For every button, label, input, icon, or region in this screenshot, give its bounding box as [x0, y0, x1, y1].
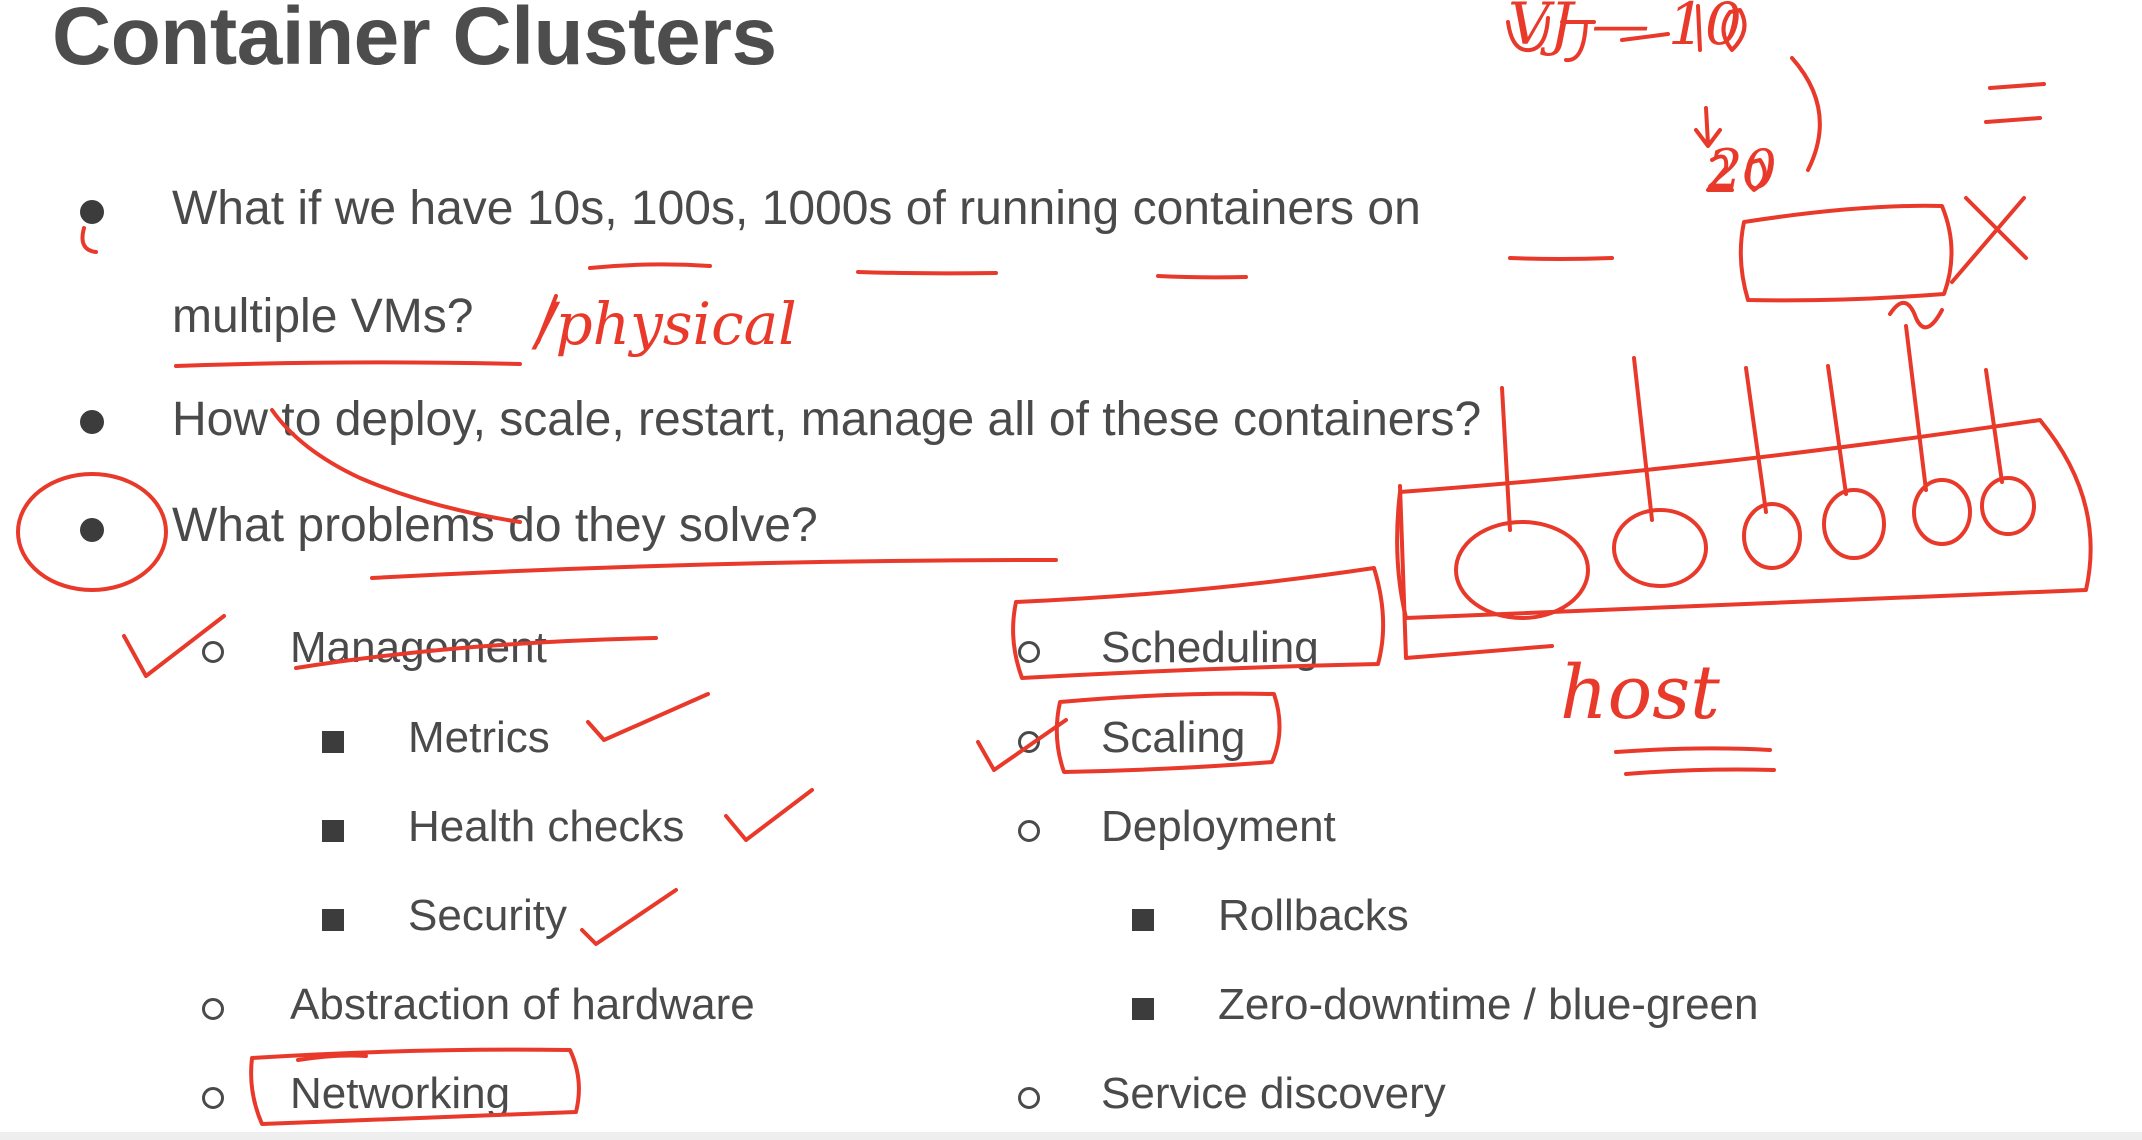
bullet-line-1-continued: multiple VMs? [172, 290, 474, 343]
square-bullet [1132, 998, 1154, 1020]
ink-underline-problems [370, 558, 1058, 580]
square-bullet [322, 731, 344, 753]
item-metrics: Metrics [408, 713, 550, 762]
ink-top-rect [1738, 203, 1954, 303]
item-management: Management [290, 623, 547, 672]
ink-host-underline [1614, 746, 1772, 754]
item-networking: Networking [290, 1069, 511, 1118]
item-zero-downtime: Zero-downtime / blue-green [1218, 980, 1759, 1029]
ink-container [1612, 508, 1708, 588]
ink-physical: /physical [536, 290, 797, 358]
ink-hook [80, 226, 98, 254]
circle-bullet [1018, 731, 1040, 753]
ink-check-security [580, 888, 678, 946]
bullet-line-2: How to deploy, scale, restart, manage al… [172, 393, 1482, 446]
slide-title: Container Clusters [52, 0, 777, 82]
ink-host-underline-2 [1624, 767, 1776, 776]
ink-line [1632, 356, 1654, 522]
circle-bullet [202, 1087, 224, 1109]
bullet-dot [80, 200, 104, 224]
item-service-discovery: Service discovery [1101, 1069, 1446, 1118]
circle-bullet [1018, 820, 1040, 842]
bottom-strip [0, 1132, 2142, 1140]
circle-bullet [1018, 1087, 1040, 1109]
ink-annotations [16, 4, 2093, 1126]
ink-top-note-2: 20 [1708, 138, 1777, 201]
ink-line [1500, 386, 1512, 532]
ink-container [1822, 488, 1886, 560]
ink-top-note-1: VJ — 10 [1508, 0, 1742, 58]
bullet-dot [80, 518, 104, 542]
bullet-line-1: What if we have 10s, 100s, 1000s of runn… [172, 182, 1421, 235]
ink-underline-10s [588, 262, 712, 270]
ink-note-equals [1984, 82, 2046, 124]
item-health-checks: Health checks [408, 802, 685, 851]
ink-container [1742, 502, 1802, 570]
square-bullet [322, 820, 344, 842]
ink-x-mark [1950, 196, 2028, 284]
item-security: Security [408, 891, 567, 940]
ink-host-inner [1398, 484, 1554, 660]
ink-line [1744, 366, 1768, 514]
ink-container [1980, 476, 2036, 536]
ink-host-box [1395, 418, 2093, 620]
ink-squiggle [1888, 301, 1944, 330]
item-scheduling: Scheduling [1101, 623, 1319, 672]
ink-container [1912, 478, 1972, 546]
bullet-line-3: What problems do they solve? [172, 499, 818, 552]
ink-underline-vms [174, 360, 522, 368]
ink-line [1904, 324, 1928, 492]
bullet-dot [80, 410, 104, 434]
ink-underline-containers [1508, 256, 1614, 261]
ink-tick-networking [296, 1053, 368, 1062]
ink-container [1454, 520, 1590, 620]
item-abstraction: Abstraction of hardware [290, 980, 755, 1029]
square-bullet [322, 909, 344, 931]
item-rollbacks: Rollbacks [1218, 891, 1409, 940]
ink-line [1984, 368, 2004, 484]
ink-check-health [724, 788, 814, 842]
ink-note-paren [1790, 56, 1822, 172]
item-deployment: Deployment [1101, 802, 1336, 851]
ink-line [1826, 364, 1848, 496]
ink-underline-1000s [856, 270, 998, 276]
ink-underline-running [1156, 274, 1248, 280]
ink-check-metrics [586, 692, 710, 742]
ink-host: host [1560, 650, 1720, 736]
circle-bullet [202, 998, 224, 1020]
item-scaling: Scaling [1101, 713, 1246, 762]
circle-bullet [202, 641, 224, 663]
square-bullet [1132, 909, 1154, 931]
circle-bullet [1018, 641, 1040, 663]
